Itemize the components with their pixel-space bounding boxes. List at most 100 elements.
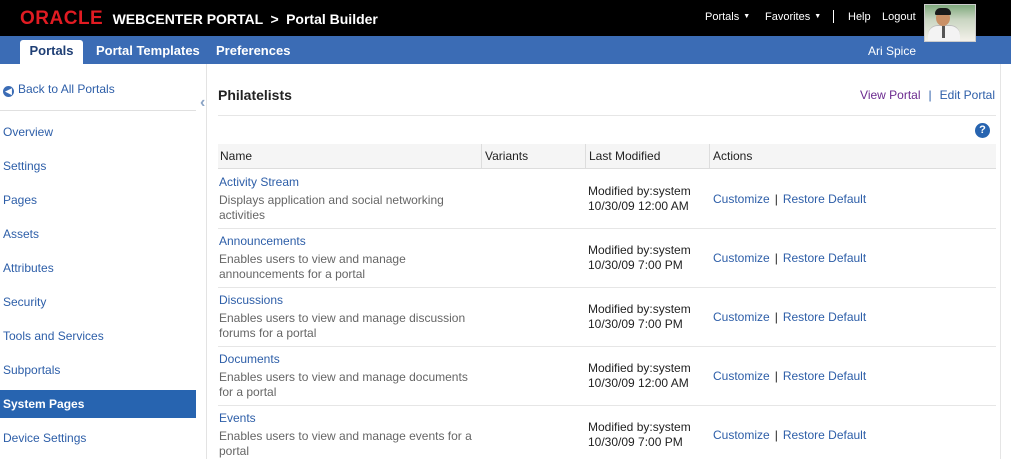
modified-date: 10/30/09 12:00 AM bbox=[588, 376, 689, 390]
user-name[interactable]: Ari Spice bbox=[868, 44, 916, 58]
avatar-hair bbox=[935, 8, 951, 15]
tab-preferences[interactable]: Preferences bbox=[216, 43, 290, 58]
logout-link[interactable]: Logout bbox=[882, 11, 916, 23]
row-actions: Customize | Restore Default bbox=[713, 428, 866, 442]
sidebar-item-pages[interactable]: Pages bbox=[0, 186, 196, 214]
row-name-link[interactable]: Announcements bbox=[219, 234, 306, 248]
row-description: Enables users to view and manage discuss… bbox=[219, 311, 466, 340]
row-last-modified: Modified by:system 10/30/09 7:00 PM bbox=[588, 302, 691, 332]
row-last-modified: Modified by:system 10/30/09 12:00 AM bbox=[588, 361, 691, 391]
restore-default-link[interactable]: Restore Default bbox=[783, 192, 866, 206]
app-name: Portal Builder bbox=[286, 11, 378, 27]
tab-bar: Portals Portal Templates Preferences Ari… bbox=[0, 36, 1011, 64]
restore-default-link[interactable]: Restore Default bbox=[783, 251, 866, 265]
restore-default-link[interactable]: Restore Default bbox=[783, 428, 866, 442]
header-links: View Portal | Edit Portal bbox=[860, 88, 995, 102]
portals-menu-label: Portals bbox=[705, 11, 740, 23]
row-name-link[interactable]: Discussions bbox=[219, 293, 283, 307]
title-separator: > bbox=[270, 11, 279, 27]
brand-title: ORACLE WEBCENTER PORTAL > Portal Builder bbox=[20, 8, 378, 30]
row-description: Enables users to view and manage documen… bbox=[219, 370, 468, 399]
row-actions: Customize | Restore Default bbox=[713, 192, 866, 206]
back-label: Back to All Portals bbox=[18, 82, 115, 96]
tab-portal-templates[interactable]: Portal Templates bbox=[96, 43, 200, 58]
modified-by: Modified by:system bbox=[588, 420, 691, 434]
page-title: Philatelists bbox=[218, 87, 292, 103]
user-avatar[interactable] bbox=[924, 4, 976, 42]
modified-date: 10/30/09 7:00 PM bbox=[588, 435, 683, 449]
table-row: Events Enables users to view and manage … bbox=[218, 405, 996, 464]
oracle-logo: ORACLE bbox=[20, 8, 104, 29]
column-header-last-modified[interactable]: Last Modified bbox=[585, 144, 709, 168]
sidebar-item-device-settings[interactable]: Device Settings bbox=[0, 424, 196, 452]
top-header-bar: ORACLE WEBCENTER PORTAL > Portal Builder… bbox=[0, 0, 1011, 36]
table-header: Name Variants Last Modified Actions bbox=[218, 144, 996, 169]
help-link[interactable]: Help bbox=[848, 11, 871, 23]
modified-date: 10/30/09 7:00 PM bbox=[588, 258, 683, 272]
action-separator: | bbox=[774, 251, 778, 265]
row-actions: Customize | Restore Default bbox=[713, 310, 866, 324]
modified-by: Modified by:system bbox=[588, 302, 691, 316]
right-edge-divider bbox=[1000, 64, 1001, 459]
sidebar-item-overview[interactable]: Overview bbox=[0, 118, 196, 146]
portals-menu[interactable]: Portals ▼ bbox=[705, 11, 750, 23]
avatar-tie bbox=[942, 26, 945, 38]
table-row: Announcements Enables users to view and … bbox=[218, 228, 996, 288]
row-name-link[interactable]: Documents bbox=[219, 352, 280, 366]
help-question-icon[interactable]: ? bbox=[975, 123, 990, 138]
row-description: Displays application and social networki… bbox=[219, 193, 444, 222]
row-actions: Customize | Restore Default bbox=[713, 369, 866, 383]
back-arrow-circle-icon: ◀ bbox=[3, 86, 14, 97]
header-divider bbox=[833, 10, 834, 23]
table-row: Activity Stream Displays application and… bbox=[218, 169, 996, 229]
modified-by: Modified by:system bbox=[588, 361, 691, 375]
table-row: Documents Enables users to view and mana… bbox=[218, 346, 996, 406]
caret-down-icon: ▼ bbox=[814, 13, 822, 20]
collapse-left-icon[interactable]: ‹ bbox=[200, 94, 205, 112]
sidebar-item-subportals[interactable]: Subportals bbox=[0, 356, 196, 384]
row-last-modified: Modified by:system 10/30/09 7:00 PM bbox=[588, 420, 691, 450]
edit-portal-link[interactable]: Edit Portal bbox=[940, 88, 995, 102]
row-last-modified: Modified by:system 10/30/09 7:00 PM bbox=[588, 243, 691, 273]
back-to-all-portals-link[interactable]: ◀ Back to All Portals bbox=[3, 82, 115, 97]
customize-link[interactable]: Customize bbox=[713, 428, 770, 442]
action-separator: | bbox=[774, 192, 778, 206]
customize-link[interactable]: Customize bbox=[713, 251, 770, 265]
modified-by: Modified by:system bbox=[588, 184, 691, 198]
modified-date: 10/30/09 7:00 PM bbox=[588, 317, 683, 331]
modified-by: Modified by:system bbox=[588, 243, 691, 257]
column-header-variants[interactable]: Variants bbox=[481, 144, 585, 168]
sidebar-item-assets[interactable]: Assets bbox=[0, 220, 196, 248]
restore-default-link[interactable]: Restore Default bbox=[783, 310, 866, 324]
customize-link[interactable]: Customize bbox=[713, 369, 770, 383]
row-name-link[interactable]: Activity Stream bbox=[219, 175, 299, 189]
row-description: Enables users to view and manage announc… bbox=[219, 252, 406, 281]
modified-date: 10/30/09 12:00 AM bbox=[588, 199, 689, 213]
tab-portals[interactable]: Portals bbox=[20, 40, 83, 64]
sidebar: ◀ Back to All Portals ‹ Overview Settings… bbox=[0, 64, 207, 459]
main-content: Philatelists View Portal | Edit Portal ? N… bbox=[218, 64, 1011, 459]
customize-link[interactable]: Customize bbox=[713, 192, 770, 206]
column-header-actions[interactable]: Actions bbox=[709, 144, 993, 168]
row-name-link[interactable]: Events bbox=[219, 411, 256, 425]
row-actions: Customize | Restore Default bbox=[713, 251, 866, 265]
table-row: Discussions Enables users to view and ma… bbox=[218, 287, 996, 347]
action-separator: | bbox=[774, 369, 778, 383]
action-separator: | bbox=[774, 428, 778, 442]
customize-link[interactable]: Customize bbox=[713, 310, 770, 324]
restore-default-link[interactable]: Restore Default bbox=[783, 369, 866, 383]
sidebar-item-system-pages[interactable]: System Pages bbox=[0, 390, 196, 418]
sidebar-item-tools-and-services[interactable]: Tools and Services bbox=[0, 322, 196, 350]
favorites-menu-label: Favorites bbox=[765, 11, 811, 23]
sidebar-item-settings[interactable]: Settings bbox=[0, 152, 196, 180]
column-header-name[interactable]: Name bbox=[218, 144, 482, 168]
caret-down-icon: ▼ bbox=[743, 13, 751, 20]
view-portal-link[interactable]: View Portal bbox=[860, 88, 920, 102]
sidebar-item-attributes[interactable]: Attributes bbox=[0, 254, 196, 282]
product-name: WEBCENTER PORTAL bbox=[112, 11, 264, 27]
favorites-menu[interactable]: Favorites ▼ bbox=[765, 11, 821, 23]
sidebar-divider bbox=[0, 110, 196, 111]
row-last-modified: Modified by:system 10/30/09 12:00 AM bbox=[588, 184, 691, 214]
link-separator: | bbox=[928, 88, 932, 102]
sidebar-item-security[interactable]: Security bbox=[0, 288, 196, 316]
